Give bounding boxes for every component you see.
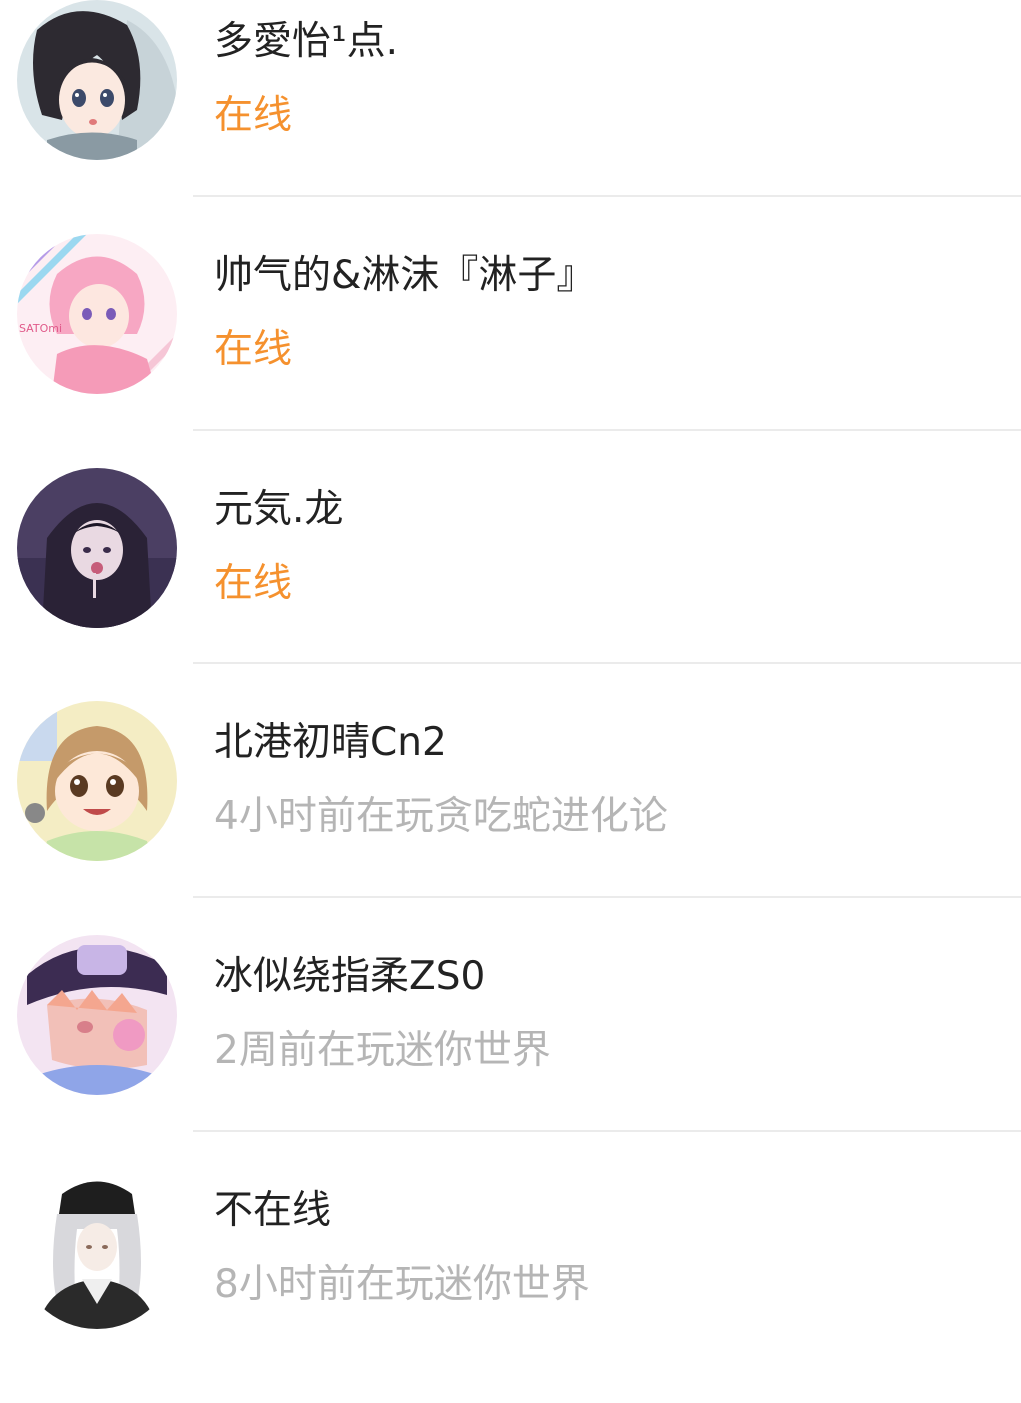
divider xyxy=(193,662,1021,664)
anime-girl-black-hair-avatar-icon[interactable] xyxy=(17,0,177,160)
friend-status: 在线 xyxy=(214,93,293,138)
anime-boy-cap-bubblegum-avatar-icon[interactable] xyxy=(17,935,177,1095)
friend-row[interactable]: 冰似绕指柔ZS0 2周前在玩迷你世界 xyxy=(0,935,1021,1169)
anime-hooded-boy-avatar-icon[interactable] xyxy=(17,468,177,628)
friend-name: 冰似绕指柔ZS0 xyxy=(214,954,486,999)
satomi-text: SATOmi xyxy=(19,322,62,335)
friend-row[interactable]: SATOmi 帅气的&淋沫『淋子』 在线 xyxy=(0,234,1021,468)
divider xyxy=(193,195,1021,197)
divider xyxy=(193,896,1021,898)
friend-name: 元気.龙 xyxy=(214,487,344,532)
friend-name: 多愛怡¹点. xyxy=(214,19,399,64)
friend-row[interactable]: 北港初晴Cn2 4小时前在玩贪吃蛇进化论 xyxy=(0,701,1021,935)
friend-status: 在线 xyxy=(214,327,293,372)
friend-status: 在线 xyxy=(214,561,293,606)
divider xyxy=(193,429,1021,431)
friend-status: 8小时前在玩迷你世界 xyxy=(214,1262,590,1307)
anime-white-hair-cap-avatar-icon[interactable] xyxy=(17,1169,177,1329)
friend-status: 4小时前在玩贪吃蛇进化论 xyxy=(214,794,668,839)
friend-row[interactable]: 不在线 8小时前在玩迷你世界 xyxy=(0,1169,1021,1403)
friend-row[interactable]: 元気.龙 在线 xyxy=(0,468,1021,702)
friend-list: 多愛怡¹点. 在线 SATOmi 帅气的&淋沫『淋子』 在线 元気.龙 在线 北… xyxy=(0,0,1021,1355)
anime-girl-short-hair-avatar-icon[interactable] xyxy=(17,701,177,861)
friend-status: 2周前在玩迷你世界 xyxy=(214,1028,551,1073)
divider xyxy=(193,1130,1021,1132)
friend-row[interactable]: 多愛怡¹点. 在线 xyxy=(0,0,1021,234)
anime-pink-hair-avatar-icon[interactable]: SATOmi xyxy=(17,234,177,394)
friend-name: 不在线 xyxy=(214,1188,332,1233)
friend-name: 北港初晴Cn2 xyxy=(214,720,447,765)
friend-name: 帅气的&淋沫『淋子』 xyxy=(214,253,596,298)
